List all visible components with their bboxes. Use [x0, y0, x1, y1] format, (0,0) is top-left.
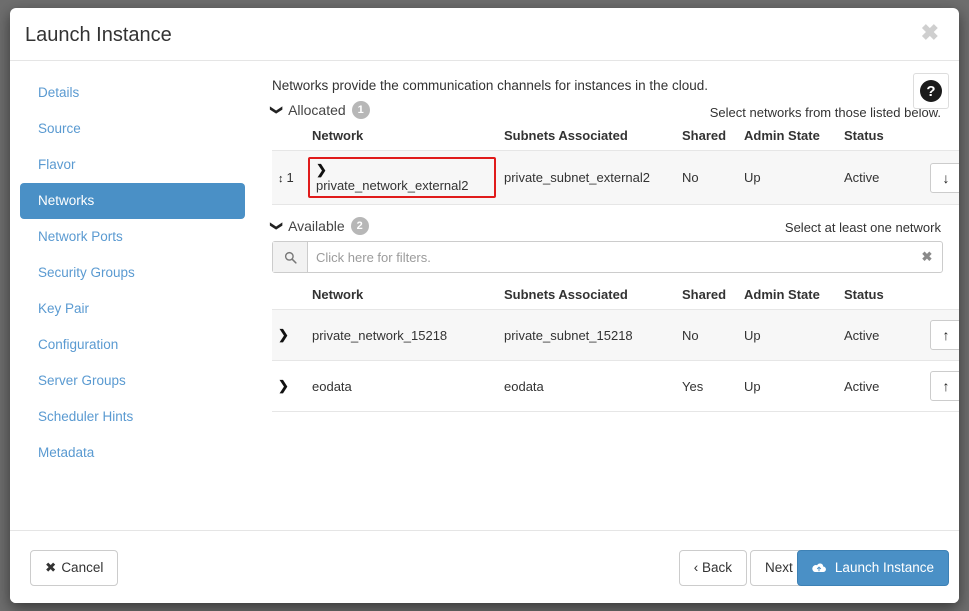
cancel-button[interactable]: ✖ Cancel	[30, 550, 119, 586]
col-order	[272, 124, 306, 151]
allocated-count-badge: 1	[351, 101, 370, 119]
row-network-cell: ❯private_network_external2	[306, 150, 498, 205]
row-admin-state-cell: Up	[738, 150, 838, 205]
row-action-cell: ↑	[924, 309, 959, 361]
help-button[interactable]: ?	[913, 73, 949, 109]
available-count-badge: 2	[350, 217, 369, 235]
sidebar-item-metadata[interactable]: Metadata	[20, 435, 245, 471]
available-hint: Select at least one network	[784, 220, 941, 235]
launch-instance-label: Launch Instance	[834, 560, 934, 575]
chevron-down-icon: ❯	[270, 104, 285, 116]
close-icon: ✖	[45, 560, 57, 575]
allocate-network-button[interactable]: ↑	[930, 371, 959, 401]
chevron-down-icon: ❯	[270, 220, 285, 232]
allocated-networks-table: Network Subnets Associated Shared Admin …	[272, 124, 959, 205]
sidebar-item-networks[interactable]: Networks	[20, 183, 245, 219]
table-row: ↕ 1 ❯private_network_external2 private_su…	[272, 150, 959, 205]
col-shared: Shared	[682, 287, 727, 302]
search-input[interactable]	[308, 242, 912, 272]
sidebar-item-network-ports[interactable]: Network Ports	[20, 219, 245, 255]
col-status: Status	[844, 128, 884, 143]
col-actions	[924, 124, 959, 151]
row-shared-cell: No	[676, 150, 738, 205]
sidebar-item-security-groups[interactable]: Security Groups	[20, 255, 245, 291]
col-admin-state: Admin State	[744, 128, 820, 143]
table-row: ❯ eodata eodata Yes Up Active ↑	[272, 360, 959, 412]
page-title: Launch Instance	[25, 24, 172, 46]
dialog-header: Launch Instance ✖	[10, 8, 959, 61]
sidebar-item-details[interactable]: Details	[20, 75, 245, 111]
table-header-row: Network Subnets Associated Shared Admin …	[272, 283, 959, 310]
col-admin-state: Admin State	[744, 287, 820, 302]
col-subnets: Subnets Associated	[504, 128, 628, 143]
col-actions	[924, 283, 959, 310]
table-row: ❯ private_network_15218 private_subnet_1…	[272, 309, 959, 361]
sidebar-item-server-groups[interactable]: Server Groups	[20, 363, 245, 399]
row-network-cell: private_network_15218	[306, 309, 498, 361]
row-admin-state-cell: Up	[738, 360, 838, 412]
sidebar-item-scheduler-hints[interactable]: Scheduler Hints	[20, 399, 245, 435]
row-expand-cell: ❯	[272, 309, 306, 361]
row-action-cell: ↓	[924, 150, 959, 205]
col-network: Network	[312, 287, 364, 302]
row-shared-cell: Yes	[676, 360, 738, 412]
row-status-cell: Active	[838, 360, 924, 412]
row-action-cell: ↑	[924, 360, 959, 412]
sort-handle-icon[interactable]: ↕	[278, 173, 284, 185]
row-order-cell[interactable]: ↕ 1	[272, 150, 306, 205]
row-status-cell: Active	[838, 150, 924, 205]
row-shared-cell: No	[676, 309, 738, 361]
sidebar-item-configuration[interactable]: Configuration	[20, 327, 245, 363]
back-button[interactable]: ‹ Back	[678, 550, 747, 586]
clear-filter-icon[interactable]: ✖	[912, 242, 942, 272]
wizard-sidebar: Details Source Flavor Networks Network P…	[10, 61, 255, 471]
allocated-hint: Select networks from those listed below.	[709, 105, 941, 120]
sidebar-item-flavor[interactable]: Flavor	[20, 147, 245, 183]
panel-description: Networks provide the communication chann…	[272, 78, 708, 93]
dialog-body: Details Source Flavor Networks Network P…	[10, 61, 959, 531]
sidebar-item-key-pair[interactable]: Key Pair	[20, 291, 245, 327]
col-status: Status	[844, 287, 884, 302]
col-subnets: Subnets Associated	[504, 287, 628, 302]
row-subnet-cell: eodata	[498, 360, 676, 412]
row-status-cell: Active	[838, 309, 924, 361]
row-expand-cell: ❯	[272, 360, 306, 412]
col-network: Network	[312, 128, 364, 143]
available-label: Available	[288, 218, 345, 234]
chevron-right-icon[interactable]: ❯	[316, 162, 327, 177]
filter-bar: ✖	[272, 241, 943, 273]
row-admin-state-cell: Up	[738, 309, 838, 361]
row-subnet-cell: private_subnet_external2	[498, 150, 676, 205]
row-network-cell: eodata	[306, 360, 498, 412]
allocate-network-button[interactable]: ↑	[930, 320, 959, 350]
chevron-right-icon[interactable]: ❯	[278, 327, 289, 342]
allocated-label: Allocated	[288, 102, 346, 118]
row-order-value: 1	[286, 170, 294, 185]
cloud-upload-icon	[812, 560, 830, 575]
launch-instance-dialog: Launch Instance ✖ Details Source Flavor …	[10, 8, 959, 603]
chevron-right-icon[interactable]: ❯	[278, 378, 289, 393]
question-mark-icon: ?	[920, 80, 942, 102]
network-name: private_network_external2	[316, 178, 469, 193]
cancel-label: Cancel	[61, 560, 104, 575]
search-icon	[273, 242, 308, 272]
row-subnet-cell: private_subnet_15218	[498, 309, 676, 361]
available-networks-table: Network Subnets Associated Shared Admin …	[272, 283, 959, 412]
deallocate-network-button[interactable]: ↓	[930, 162, 959, 193]
launch-instance-button[interactable]: Launch Instance	[797, 550, 949, 586]
networks-panel: ? Networks provide the communication cha…	[262, 61, 959, 531]
dialog-footer: ✖ Cancel ‹ Back Next › Launch Instance	[10, 530, 959, 603]
table-header-row: Network Subnets Associated Shared Admin …	[272, 124, 959, 151]
close-icon[interactable]: ✖	[917, 18, 943, 48]
col-spacer	[272, 283, 306, 310]
sidebar-item-source[interactable]: Source	[20, 111, 245, 147]
highlighted-network-name[interactable]: ❯private_network_external2	[308, 157, 496, 198]
col-shared: Shared	[682, 128, 727, 143]
